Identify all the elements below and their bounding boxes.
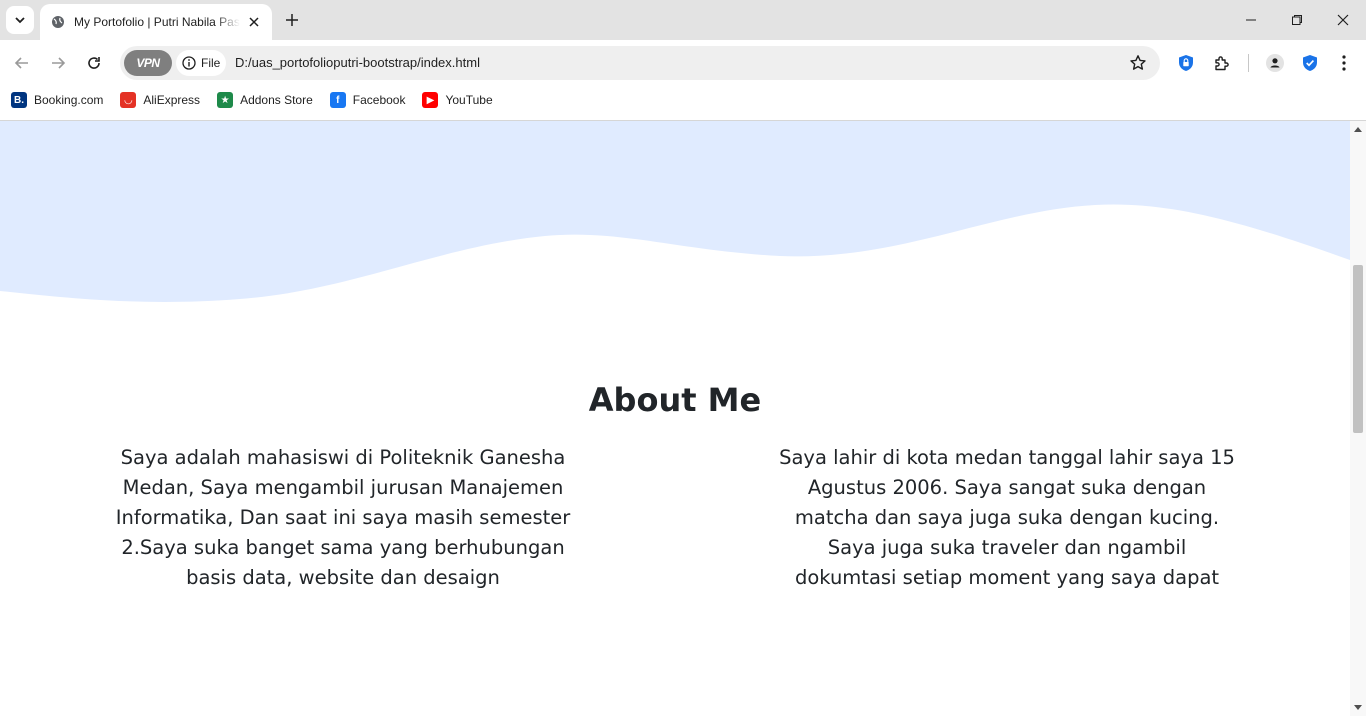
bookmark-label: Addons Store (240, 93, 313, 107)
aliexpress-icon: ◡ (120, 92, 137, 108)
caret-down-icon (1354, 705, 1362, 710)
active-tab[interactable]: My Portofolio | Putri Nabila Pasaribu (40, 4, 272, 40)
vpn-button[interactable]: VPN (124, 50, 172, 76)
shield-check-icon (1303, 55, 1317, 71)
menu-button[interactable] (1332, 51, 1356, 75)
avatar-icon (1266, 54, 1284, 72)
tab-title: My Portofolio | Putri Nabila Pasaribu (74, 15, 240, 29)
address-bar[interactable]: VPN File D:/uas_portofolioputri-bootstra… (120, 46, 1160, 80)
shield-lock-icon (1179, 55, 1193, 71)
scroll-down-arrow[interactable] (1350, 700, 1366, 716)
caret-up-icon (1354, 127, 1362, 132)
about-me-right-paragraph: Saya lahir di kota medan tanggal lahir s… (779, 446, 1235, 589)
bookmark-label: AliExpress (143, 93, 201, 107)
info-icon (182, 56, 196, 70)
bookmark-star-button[interactable] (1128, 53, 1148, 73)
back-button[interactable] (6, 47, 38, 79)
arrow-right-icon (52, 57, 66, 69)
scheme-label: File (201, 56, 221, 70)
bookmark-facebook[interactable]: f Facebook (329, 88, 406, 112)
browser-toolbar: VPN File D:/uas_portofolioputri-bootstra… (0, 40, 1366, 86)
minimize-icon (1246, 19, 1256, 21)
bookmark-booking-com[interactable]: B. Booking.com (11, 88, 103, 112)
reload-icon (88, 57, 100, 69)
bookmark-youtube[interactable]: ▶ YouTube (422, 88, 493, 112)
page-scrollbar[interactable] (1350, 121, 1366, 716)
bookmark-label: Facebook (352, 93, 406, 107)
close-icon (1337, 14, 1349, 26)
plus-icon (286, 14, 298, 26)
site-info-button[interactable]: File (176, 50, 226, 76)
close-tab-icon[interactable] (244, 12, 264, 32)
puzzle-icon (1215, 56, 1229, 71)
close-window-button[interactable] (1320, 0, 1366, 40)
new-tab-button[interactable] (280, 8, 304, 32)
addons-store-icon: ★ (217, 92, 234, 108)
url-text[interactable]: D:/uas_portofolioputri-bootstrap/index.h… (235, 55, 480, 70)
globe-icon (50, 14, 66, 30)
bookmark-aliexpress[interactable]: ◡ AliExpress (120, 88, 200, 112)
extensions-button[interactable] (1210, 51, 1234, 75)
arrow-left-icon (14, 57, 28, 69)
facebook-icon: f (329, 92, 346, 108)
youtube-icon: ▶ (422, 92, 439, 108)
bookmark-addons-store[interactable]: ★ Addons Store (217, 88, 313, 112)
security-extension-button[interactable] (1298, 51, 1322, 75)
about-me-left-paragraph: Saya adalah mahasiswi di Politeknik Gane… (115, 446, 571, 589)
page-viewport: About Me Saya adalah mahasiswi di Polite… (0, 121, 1350, 716)
booking-icon: B. (11, 92, 27, 108)
tab-strip: My Portofolio | Putri Nabila Pasaribu (0, 0, 1366, 40)
minimize-button[interactable] (1228, 0, 1274, 40)
toolbar-divider (1248, 54, 1249, 72)
chevron-down-icon (15, 17, 25, 24)
bookmarks-bar: B. Booking.com ◡ AliExpress ★ Addons Store f Fa… (0, 86, 1366, 114)
about-me-heading: About Me (588, 381, 762, 419)
scroll-up-arrow[interactable] (1350, 121, 1366, 137)
star-icon (1130, 55, 1146, 70)
scrollbar-thumb[interactable] (1353, 265, 1363, 433)
reload-button[interactable] (78, 47, 110, 79)
more-vertical-icon (1342, 55, 1346, 71)
restore-icon (1292, 15, 1302, 25)
bookmark-label: Booking.com (34, 93, 104, 107)
restore-button[interactable] (1274, 0, 1320, 40)
forward-button[interactable] (42, 47, 74, 79)
tab-search-button[interactable] (6, 6, 34, 34)
profile-button[interactable] (1263, 51, 1287, 75)
bookmark-label: YouTube (445, 93, 493, 107)
password-manager-button[interactable] (1174, 51, 1198, 75)
hero-wave-background (0, 121, 1350, 302)
